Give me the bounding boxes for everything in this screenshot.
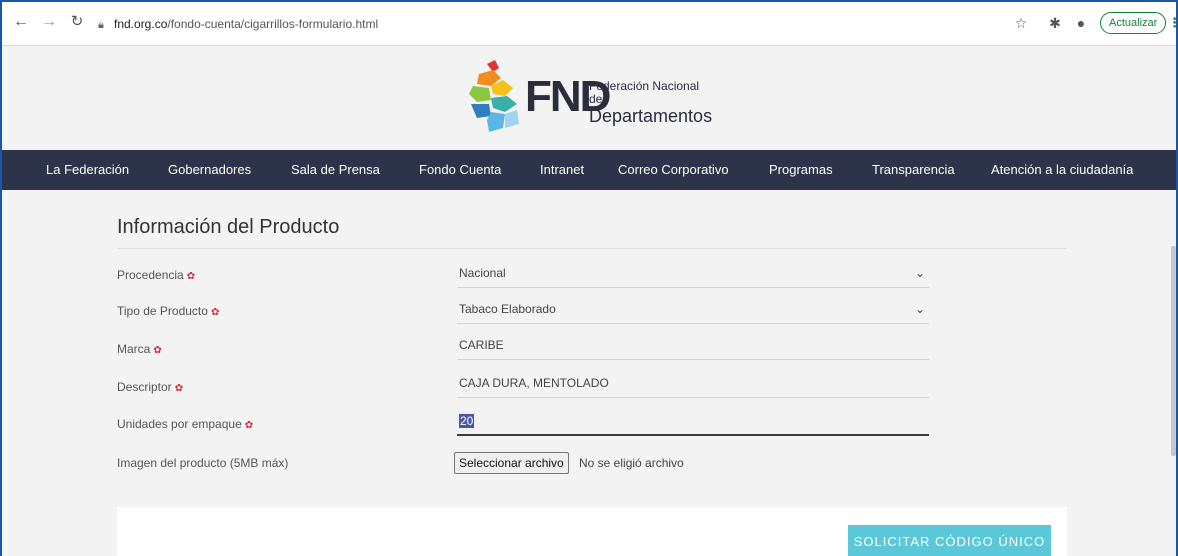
- url-domain: fnd.org.co: [114, 17, 168, 31]
- nav-item-programas[interactable]: Programas: [769, 150, 833, 190]
- marca-label: Marca ✿: [117, 342, 162, 356]
- logo-line-1: Federación Nacional de: [589, 79, 700, 106]
- nav-item-sala-de-prensa[interactable]: Sala de Prensa: [291, 150, 380, 190]
- required-icon: ✿: [174, 383, 184, 394]
- forward-arrow-icon[interactable]: →: [40, 13, 58, 31]
- descriptor-label: Descriptor ✿: [117, 380, 183, 394]
- tipo-producto-label-text: Tipo de Producto: [117, 304, 208, 318]
- required-icon: ✿: [153, 345, 162, 356]
- unidades-value: 20: [459, 414, 475, 428]
- marca-label-text: Marca: [117, 342, 151, 356]
- procedencia-label: Procedencia ✿: [117, 268, 195, 282]
- submit-panel: SOLICITAR CÓDIGO ÚNICO: [117, 507, 1067, 556]
- nav-item-fondo-cuenta[interactable]: Fondo Cuenta: [419, 150, 501, 190]
- tipo-producto-label: Tipo de Producto ✿: [117, 304, 219, 318]
- main-content: Información del Producto Procedencia ✿ Na…: [2, 190, 1176, 556]
- nav-item-intranet[interactable]: Intranet: [540, 150, 584, 190]
- back-arrow-icon[interactable]: ←: [12, 13, 30, 31]
- marca-input[interactable]: CARIBE: [457, 334, 929, 360]
- unidades-label-text: Unidades por empaque: [117, 417, 242, 431]
- reload-icon[interactable]: ↻: [68, 13, 86, 31]
- page-scrollbar[interactable]: [1170, 46, 1176, 556]
- nav-item-transparencia[interactable]: Transparencia: [872, 150, 955, 190]
- request-code-button[interactable]: SOLICITAR CÓDIGO ÚNICO: [848, 525, 1051, 556]
- menu-dots-icon[interactable]: ⋮: [1168, 12, 1176, 34]
- browser-toolbar: ← → ↻ 🔒︎ fnd.org.co/fondo-cuenta/cigarril…: [2, 2, 1176, 46]
- file-status: No se eligió archivo: [579, 456, 684, 470]
- descriptor-label-text: Descriptor: [117, 380, 172, 394]
- required-icon: ✿: [210, 307, 220, 318]
- descriptor-value: CAJA DURA, MENTOLADO: [459, 376, 609, 390]
- logo-fullname: Federación Nacional de Departamentos: [589, 79, 713, 127]
- imagen-label: Imagen del producto (5MB máx): [117, 456, 289, 470]
- update-button[interactable]: Actualizar: [1100, 12, 1167, 34]
- nav-item-la-federacion[interactable]: La Federación: [46, 150, 129, 190]
- url-path: /fondo-cuenta/cigarrillos-formulario.htm…: [167, 17, 379, 31]
- procedencia-select[interactable]: Nacional ⌄: [457, 262, 929, 288]
- procedencia-label-text: Procedencia: [117, 268, 184, 282]
- colombia-map-icon: [469, 60, 519, 132]
- fnd-logo[interactable]: FND Federación Nacional de Departamentos: [465, 58, 712, 138]
- section-title: Información del Producto: [117, 216, 340, 238]
- procedencia-value: Nacional: [459, 266, 506, 280]
- nav-item-gobernadores[interactable]: Gobernadores: [168, 150, 251, 190]
- chevron-down-icon: ⌄: [914, 266, 925, 280]
- profile-avatar-icon[interactable]: ●: [1072, 14, 1090, 32]
- main-nav: La Federación Gobernadores Sala de Prens…: [2, 150, 1176, 190]
- marca-value: CARIBE: [459, 338, 504, 352]
- unidades-input[interactable]: 20: [457, 410, 929, 436]
- section-divider: [117, 248, 1067, 249]
- descriptor-input[interactable]: CAJA DURA, MENTOLADO: [457, 372, 929, 398]
- tipo-producto-value: Tabaco Elaborado: [459, 302, 556, 316]
- select-file-button[interactable]: Seleccionar archivo: [454, 452, 569, 474]
- address-bar[interactable]: 🔒︎ fnd.org.co/fondo-cuenta/cigarrillos-fo…: [98, 13, 978, 35]
- nav-item-atencion-ciudadania[interactable]: Atención a la ciudadanía: [991, 150, 1133, 190]
- nav-item-correo-corporativo[interactable]: Correo Corporativo: [618, 150, 729, 190]
- required-icon: ✿: [186, 271, 196, 282]
- extensions-puzzle-icon[interactable]: ✱: [1046, 14, 1064, 32]
- lock-icon: 🔒︎: [98, 19, 104, 31]
- chevron-down-icon: ⌄: [914, 302, 925, 316]
- required-icon: ✿: [244, 420, 254, 431]
- browser-window: ← → ↻ 🔒︎ fnd.org.co/fondo-cuenta/cigarril…: [0, 0, 1178, 556]
- tipo-producto-select[interactable]: Tabaco Elaborado ⌄: [457, 298, 929, 324]
- bookmark-star-icon[interactable]: ☆: [1012, 14, 1030, 32]
- scrollbar-thumb[interactable]: [1171, 246, 1176, 456]
- unidades-label: Unidades por empaque ✿: [117, 417, 253, 431]
- site-header: FND Federación Nacional de Departamentos: [2, 46, 1176, 150]
- logo-line-2: Departamentos: [589, 106, 713, 126]
